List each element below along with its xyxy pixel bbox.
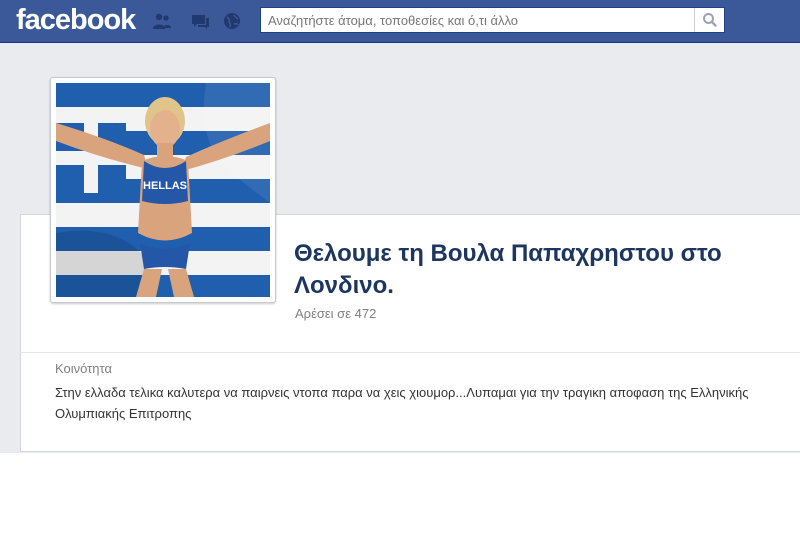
facebook-logo[interactable]: facebook	[16, 3, 136, 37]
athlete-with-greek-flag-photo: HELLAS	[56, 83, 270, 297]
category-label: Κοινότητα	[55, 361, 113, 376]
top-navigation-bar: facebook	[0, 0, 800, 43]
search-button[interactable]	[694, 8, 724, 32]
search-box	[260, 7, 725, 33]
friend-requests-icon[interactable]	[152, 12, 172, 30]
card-divider	[20, 352, 800, 353]
search-input[interactable]	[261, 8, 691, 32]
messages-icon[interactable]	[190, 12, 210, 30]
profile-picture[interactable]: HELLAS	[50, 77, 276, 303]
likes-count[interactable]: Αρέσει σε 472	[295, 306, 376, 321]
page-title[interactable]: Θελουμε τη Βουλα Παπαχρηστου στο Λονδινο…	[294, 238, 764, 302]
notifications-icon[interactable]	[222, 12, 242, 30]
page-description: Στην ελλαδα τελικα καλυτερα να παιρνεις …	[55, 385, 749, 421]
search-icon	[703, 13, 717, 27]
shirt-text: HELLAS	[143, 180, 187, 192]
